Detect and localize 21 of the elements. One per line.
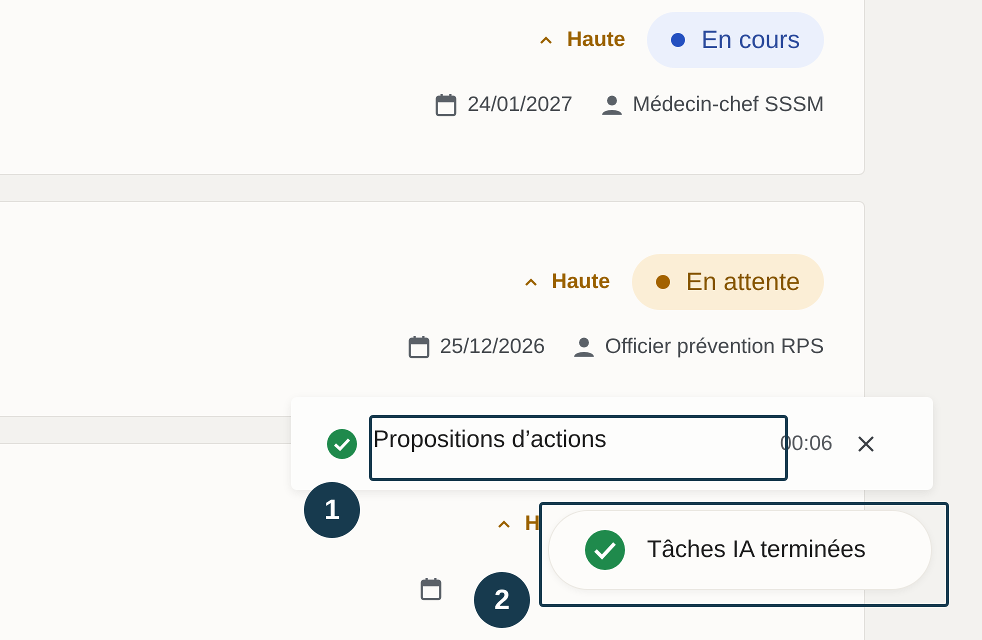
priority-label: H xyxy=(524,512,540,536)
calendar-icon xyxy=(420,577,442,601)
priority-label: Haute xyxy=(552,270,610,294)
toast-message: Tâches IA terminées xyxy=(647,536,866,564)
chevron-up-icon xyxy=(524,277,538,287)
calendar-icon xyxy=(408,335,430,359)
chevron-up-icon xyxy=(538,35,553,45)
check-icon xyxy=(327,428,357,458)
task-name: Propositions d’actions xyxy=(373,426,608,454)
due-date: 24/01/2027 xyxy=(467,93,573,117)
person-icon xyxy=(572,336,595,358)
assignee-name: Officier prévention RPS xyxy=(604,335,824,359)
chevron-up-icon xyxy=(496,519,511,529)
calendar-icon xyxy=(435,93,458,117)
priority-label: Haute xyxy=(566,28,626,52)
due-date: 25/12/2026 xyxy=(440,335,545,359)
status-badge: En attente xyxy=(632,254,824,310)
check-icon xyxy=(585,530,625,570)
status-badge: En cours xyxy=(647,12,824,68)
assignee-name: Médecin-chef SSSM xyxy=(632,93,824,117)
person-icon xyxy=(600,94,623,116)
